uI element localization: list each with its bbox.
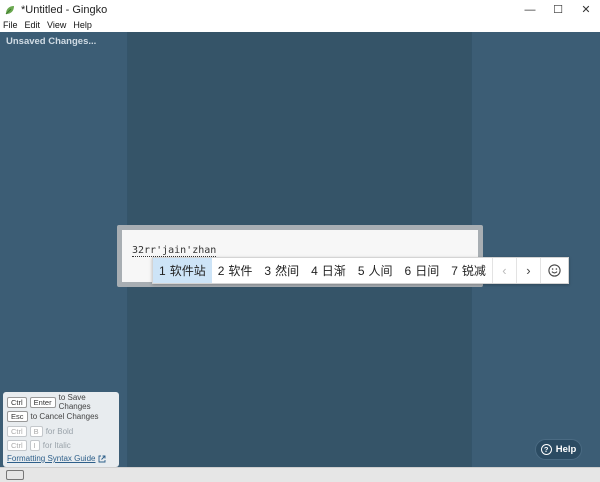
ime-candidate[interactable]: 7 锐减 — [445, 258, 492, 283]
candidate-number: 7 — [451, 263, 458, 278]
shortcuts-panel: Ctrl Enter to Save Changes Esc to Cancel… — [3, 392, 119, 467]
formatting-guide-link[interactable]: Formatting Syntax Guide — [7, 454, 115, 463]
candidate-text: 日间 — [415, 264, 440, 278]
candidate-number: 6 — [404, 263, 412, 278]
question-icon: ? — [540, 444, 552, 455]
candidate-text: 日渐 — [321, 264, 346, 278]
ime-candidate-bar: 1 软件站 2 软件 3 然间 4 日渐 5 人间 6 日间 7 锐减 ‹ › — [152, 257, 569, 284]
ime-prev-page-button[interactable]: ‹ — [491, 258, 516, 283]
smiley-icon — [548, 264, 561, 277]
help-button[interactable]: ? Help — [535, 439, 582, 460]
key-ctrl: Ctrl — [7, 440, 27, 452]
gingko-leaf-icon — [5, 5, 14, 14]
ime-candidate[interactable]: 4 日渐 — [305, 258, 352, 283]
ime-next-page-button[interactable]: › — [515, 258, 540, 283]
shortcut-desc: for Italic — [42, 441, 71, 451]
shortcut-desc: to Cancel Changes — [30, 412, 99, 422]
status-bar — [0, 467, 600, 482]
key-b: B — [29, 425, 43, 437]
shortcut-bold: Ctrl B for Bold — [7, 424, 115, 439]
candidate-number: 1 — [159, 263, 166, 278]
candidate-number: 4 — [311, 263, 318, 278]
candidate-text: 然间 — [275, 264, 300, 278]
shortcut-italic: Ctrl I for Italic — [7, 439, 115, 454]
key-esc: Esc — [7, 411, 28, 423]
ime-candidate[interactable]: 5 人间 — [352, 258, 399, 283]
menu-help[interactable]: Help — [73, 19, 92, 32]
formatting-guide-label: Formatting Syntax Guide — [7, 454, 96, 463]
close-button[interactable]: ✕ — [572, 0, 600, 19]
key-ctrl: Ctrl — [7, 396, 27, 408]
card-text: 32rr'jain'zhan — [132, 245, 217, 257]
minimize-button[interactable]: — — [516, 0, 544, 19]
key-i: I — [29, 440, 40, 452]
candidate-number: 2 — [217, 263, 225, 278]
keyboard-icon — [6, 470, 24, 480]
menu-edit[interactable]: Edit — [25, 19, 41, 32]
ime-candidate[interactable]: 1 软件站 — [153, 258, 212, 283]
candidate-number: 5 — [357, 263, 365, 278]
external-link-icon — [99, 455, 106, 462]
candidate-text: 人间 — [368, 264, 393, 278]
shortcut-cancel: Esc to Cancel Changes — [7, 410, 115, 425]
candidate-text: 锐减 — [461, 264, 486, 278]
unsaved-changes-indicator: Unsaved Changes... — [6, 36, 97, 47]
column-right — [472, 32, 600, 467]
title-bar: *Untitled - Gingko — ☐ ✕ — [0, 0, 600, 19]
maximize-button[interactable]: ☐ — [544, 0, 572, 19]
menu-view[interactable]: View — [47, 19, 66, 32]
key-enter: Enter — [29, 396, 56, 408]
menu-bar: File Edit View Help — [0, 19, 600, 32]
window-title: *Untitled - Gingko — [21, 3, 108, 16]
emoji-button[interactable] — [539, 258, 568, 283]
key-ctrl: Ctrl — [7, 425, 27, 437]
help-label: Help — [555, 444, 577, 455]
menu-file[interactable]: File — [3, 19, 18, 32]
candidate-text: 软件站 — [169, 264, 206, 278]
candidate-number: 3 — [264, 263, 272, 278]
ime-candidate[interactable]: 2 软件 — [212, 258, 259, 283]
candidate-text: 软件 — [228, 264, 253, 278]
shortcut-save: Ctrl Enter to Save Changes — [7, 393, 115, 412]
ime-candidate[interactable]: 6 日间 — [399, 258, 446, 283]
shortcut-desc: to Save Changes — [58, 393, 91, 412]
ime-candidate[interactable]: 3 然间 — [258, 258, 305, 283]
shortcut-desc: for Bold — [45, 426, 74, 436]
